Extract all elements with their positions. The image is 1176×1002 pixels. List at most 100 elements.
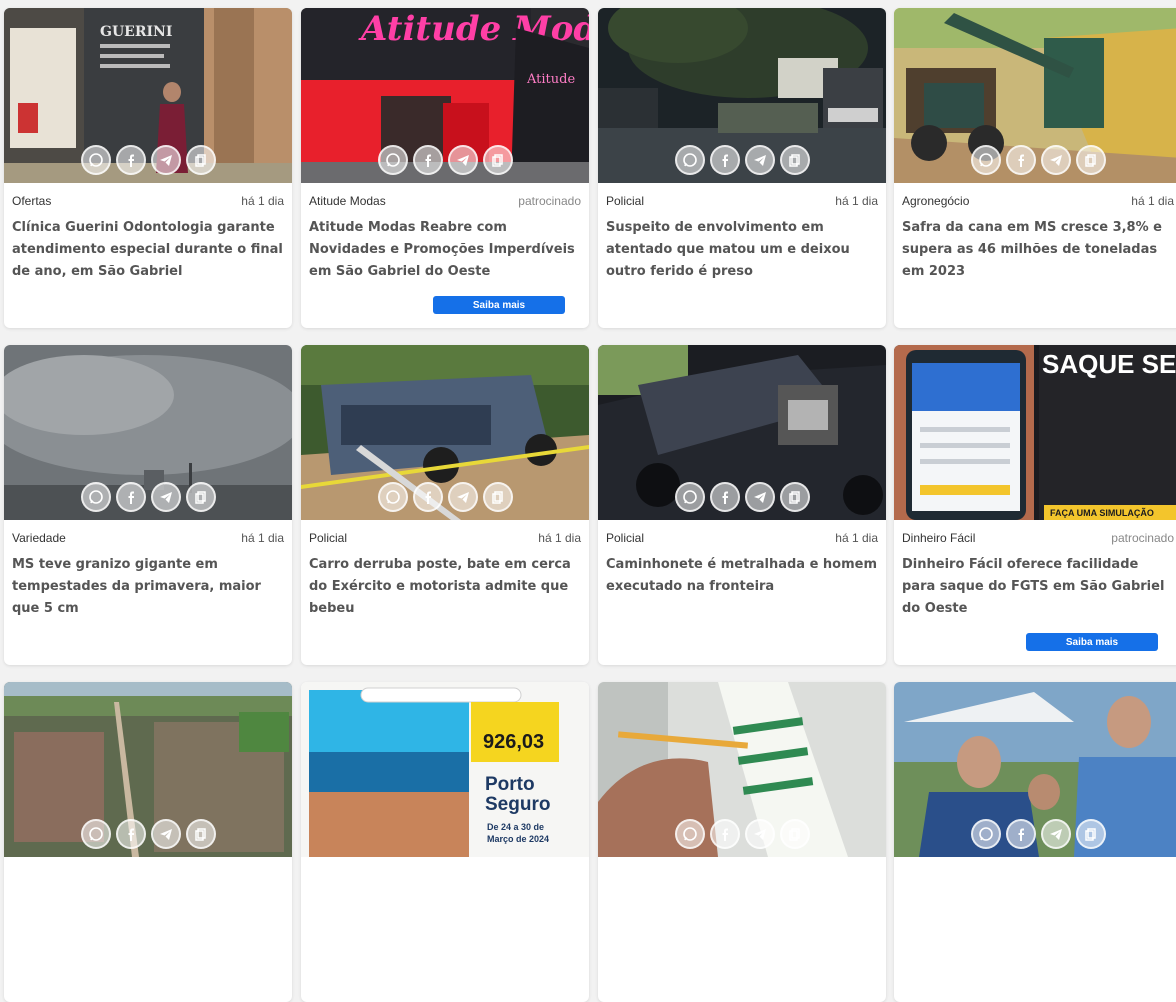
share-buttons xyxy=(598,145,886,175)
card-thumbnail[interactable] xyxy=(598,682,886,857)
card-thumbnail[interactable] xyxy=(4,682,292,857)
copy-link-icon[interactable] xyxy=(1075,145,1106,175)
telegram-icon[interactable] xyxy=(150,145,181,175)
card-time: há 1 dia xyxy=(835,194,878,208)
share-buttons xyxy=(598,482,886,512)
card-title[interactable]: Suspeito de envolvimento em atentado que… xyxy=(606,217,878,283)
facebook-icon[interactable] xyxy=(115,482,146,512)
card-meta: Variedade há 1 dia xyxy=(12,531,284,545)
news-card[interactable]: Policial há 1 dia Caminhonete é metralha… xyxy=(598,345,886,665)
share-buttons xyxy=(301,482,589,512)
telegram-icon[interactable] xyxy=(447,145,478,175)
card-thumbnail[interactable] xyxy=(4,345,292,520)
card-time: há 1 dia xyxy=(241,194,284,208)
telegram-icon[interactable] xyxy=(150,819,181,849)
facebook-icon[interactable] xyxy=(709,482,740,512)
copy-link-icon[interactable] xyxy=(482,145,513,175)
card-title[interactable]: Clínica Guerini Odontologia garante aten… xyxy=(12,217,284,283)
learn-more-button[interactable]: Saiba mais xyxy=(433,296,565,314)
copy-link-icon[interactable] xyxy=(185,819,216,849)
facebook-icon[interactable] xyxy=(1005,145,1036,175)
whatsapp-icon[interactable] xyxy=(970,145,1001,175)
telegram-icon[interactable] xyxy=(744,482,775,512)
news-card[interactable]: Policial há 1 dia Carro derruba poste, b… xyxy=(301,345,589,665)
card-title[interactable]: Atitude Modas Reabre com Novidades e Pro… xyxy=(309,217,581,283)
whatsapp-icon[interactable] xyxy=(674,145,705,175)
copy-link-icon[interactable] xyxy=(185,482,216,512)
card-category[interactable]: Policial xyxy=(606,194,644,208)
card-title[interactable]: MS teve granizo gigante em tempestades d… xyxy=(12,554,284,620)
whatsapp-icon[interactable] xyxy=(377,145,408,175)
card-category[interactable]: Agronegócio xyxy=(902,194,969,208)
copy-link-icon[interactable] xyxy=(779,482,810,512)
card-category[interactable]: Policial xyxy=(309,531,347,545)
news-grid: GUERINI Ofertas há 1 dia Clínica Guerini xyxy=(0,0,1176,1002)
copy-link-icon[interactable] xyxy=(1075,819,1106,849)
whatsapp-icon[interactable] xyxy=(80,145,111,175)
telegram-icon[interactable] xyxy=(1040,819,1071,849)
facebook-icon[interactable] xyxy=(412,482,443,512)
card-title[interactable]: Dinheiro Fácil oferece facilidade para s… xyxy=(902,554,1174,620)
card-thumbnail[interactable] xyxy=(598,345,886,520)
whatsapp-icon[interactable] xyxy=(80,482,111,512)
card-title[interactable]: Caminhonete é metralhada e homem executa… xyxy=(606,554,878,598)
card-thumbnail[interactable]: GUERINI xyxy=(4,8,292,183)
share-buttons xyxy=(301,145,589,175)
news-card[interactable] xyxy=(598,682,886,1002)
facebook-icon[interactable] xyxy=(115,145,146,175)
whatsapp-icon[interactable] xyxy=(970,819,1001,849)
card-thumbnail[interactable]: 926,03 Porto Seguro De 24 a 30 de Março … xyxy=(301,682,589,857)
news-card[interactable] xyxy=(4,682,292,1002)
card-thumbnail[interactable] xyxy=(894,8,1176,183)
card-category[interactable]: Atitude Modas xyxy=(309,194,386,208)
facebook-icon[interactable] xyxy=(709,145,740,175)
card-thumbnail[interactable]: SAQUE SEU FGTS FAÇA UMA SIMULAÇÃO xyxy=(894,345,1176,520)
sponsored-label: patrocinado xyxy=(1111,531,1174,545)
card-thumbnail[interactable]: Atitude Modas Atitude xyxy=(301,8,589,183)
card-time: há 1 dia xyxy=(1131,194,1174,208)
whatsapp-icon[interactable] xyxy=(674,819,705,849)
card-time: há 1 dia xyxy=(241,531,284,545)
telegram-icon[interactable] xyxy=(447,482,478,512)
card-thumbnail[interactable] xyxy=(894,682,1176,857)
share-buttons xyxy=(4,819,292,849)
card-category[interactable]: Dinheiro Fácil xyxy=(902,531,975,545)
card-category[interactable]: Variedade xyxy=(12,531,66,545)
news-card[interactable] xyxy=(894,682,1176,1002)
card-thumbnail[interactable] xyxy=(301,345,589,520)
telegram-icon[interactable] xyxy=(150,482,181,512)
facebook-icon[interactable] xyxy=(412,145,443,175)
card-meta: Policial há 1 dia xyxy=(606,531,878,545)
news-card[interactable]: Policial há 1 dia Suspeito de envolvimen… xyxy=(598,8,886,328)
whatsapp-icon[interactable] xyxy=(80,819,111,849)
ad-card[interactable]: 926,03 Porto Seguro De 24 a 30 de Março … xyxy=(301,682,589,1002)
card-category[interactable]: Policial xyxy=(606,531,644,545)
facebook-icon[interactable] xyxy=(1005,819,1036,849)
facebook-icon[interactable] xyxy=(709,819,740,849)
copy-link-icon[interactable] xyxy=(779,145,810,175)
news-card-sponsored[interactable]: Atitude Modas Atitude Atitude Modas patr… xyxy=(301,8,589,328)
card-title[interactable]: Safra da cana em MS cresce 3,8% e supera… xyxy=(902,217,1174,283)
news-card-sponsored[interactable]: SAQUE SEU FGTS FAÇA UMA SIMULAÇÃO Dinhei… xyxy=(894,345,1176,665)
learn-more-button[interactable]: Saiba mais xyxy=(1026,633,1158,651)
card-time: há 1 dia xyxy=(835,531,878,545)
news-card[interactable]: GUERINI Ofertas há 1 dia Clínica Guerini xyxy=(4,8,292,328)
card-meta: Atitude Modas patrocinado xyxy=(309,194,581,208)
telegram-icon[interactable] xyxy=(744,145,775,175)
whatsapp-icon[interactable] xyxy=(674,482,705,512)
news-card[interactable]: Agronegócio há 1 dia Safra da cana em MS… xyxy=(894,8,1176,328)
whatsapp-icon[interactable] xyxy=(377,482,408,512)
card-thumbnail[interactable] xyxy=(598,8,886,183)
telegram-icon[interactable] xyxy=(744,819,775,849)
news-card[interactable]: Variedade há 1 dia MS teve granizo gigan… xyxy=(4,345,292,665)
copy-link-icon[interactable] xyxy=(482,482,513,512)
fgts-ad-cta: FAÇA UMA SIMULAÇÃO xyxy=(1050,508,1154,518)
copy-link-icon[interactable] xyxy=(185,145,216,175)
facebook-icon[interactable] xyxy=(115,819,146,849)
svg-text:Atitude: Atitude xyxy=(526,72,575,87)
card-category[interactable]: Ofertas xyxy=(12,194,51,208)
card-title[interactable]: Carro derruba poste, bate em cerca do Ex… xyxy=(309,554,581,620)
storefront-sign: GUERINI xyxy=(100,24,172,40)
telegram-icon[interactable] xyxy=(1040,145,1071,175)
copy-link-icon[interactable] xyxy=(779,819,810,849)
